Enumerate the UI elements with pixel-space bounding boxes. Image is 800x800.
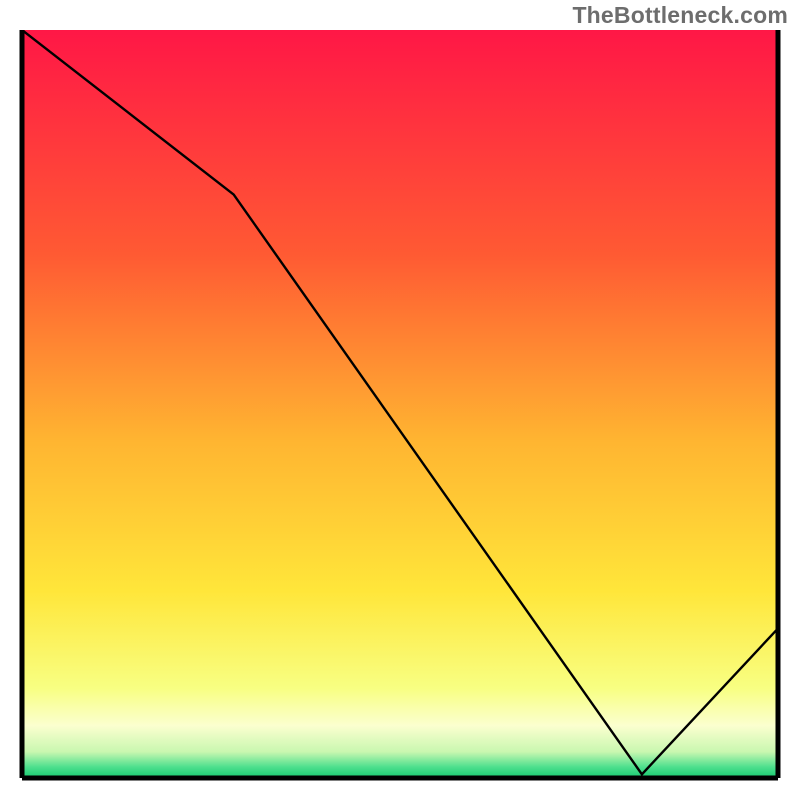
gradient-background [22,30,778,778]
chart-container: TheBottleneck.com [0,0,800,800]
bottleneck-chart [0,0,800,800]
watermark-text: TheBottleneck.com [572,2,788,29]
